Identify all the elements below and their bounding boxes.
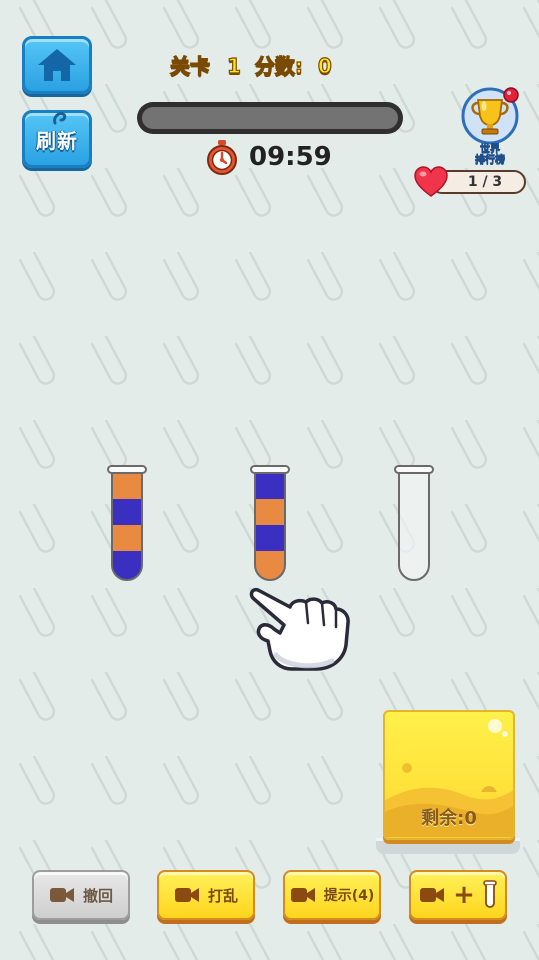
shuffle-label: 打乱: [207, 886, 238, 905]
level-value: 1: [226, 53, 241, 78]
home-icon: [38, 49, 76, 81]
refresh-button[interactable]: 刷新: [22, 110, 92, 168]
tube-2-liquid: [255, 473, 285, 580]
tube-3[interactable]: [393, 463, 435, 585]
timer-value: 09:59: [249, 142, 332, 172]
video-camera-icon: [174, 888, 199, 902]
tutorial-hand-icon: [249, 587, 350, 671]
score-display: 分数: 0: [254, 50, 332, 79]
heart-icon: [414, 166, 448, 197]
tube-2[interactable]: [249, 463, 291, 585]
stopwatch-icon: [207, 140, 237, 175]
hook-icon: [53, 112, 67, 125]
world-leaderboard-button[interactable]: 世界 排行榜: [460, 86, 520, 166]
level-label: 关卡: [169, 53, 210, 78]
tube-2-layer-3: [255, 499, 285, 525]
tube-1-layer-2: [112, 525, 142, 551]
leaderboard-label-line2: 排行榜: [475, 155, 506, 167]
undo-label: 撤回: [82, 886, 113, 905]
header-stats: 关卡 1 分数: 0: [169, 48, 370, 80]
add-tube-label: +: [453, 880, 475, 910]
remaining-stock-box[interactable]: 剩余:0: [383, 710, 515, 840]
tube-1-layer-3: [112, 499, 142, 525]
level-progress-bar: [137, 102, 403, 134]
tube-1[interactable]: [106, 463, 148, 585]
video-camera-icon: [290, 888, 315, 902]
progress-bar-track: [142, 107, 398, 129]
hint-label: 提示(4): [323, 888, 375, 904]
trophy-icon: [461, 87, 519, 145]
tube-2-layer-4: [255, 473, 285, 499]
video-camera-icon: [420, 888, 445, 902]
home-button[interactable]: [22, 36, 92, 94]
lives-value: 1 / 3: [467, 174, 503, 190]
score-label: 分数:: [254, 53, 303, 78]
refresh-label: 刷新: [36, 128, 78, 153]
leaderboard-label: 世界 排行榜: [460, 144, 520, 167]
tube-1-liquid: [112, 473, 142, 580]
shuffle-button[interactable]: 打乱: [157, 870, 255, 920]
stock-box-base: [376, 838, 520, 854]
tube-1-layer-4: [112, 473, 142, 499]
video-camera-icon: [49, 888, 74, 902]
lives-counter: 1 / 3: [414, 166, 526, 197]
hint-button[interactable]: 提示(4): [283, 870, 381, 920]
add-tube-button[interactable]: +: [409, 870, 507, 920]
undo-button[interactable]: 撤回: [32, 870, 130, 920]
test-tube-icon: [483, 880, 497, 908]
leaderboard-label-line1: 世界: [480, 144, 501, 156]
remaining-label: 剩余:0: [421, 808, 477, 829]
countdown-timer: 09:59: [205, 138, 332, 176]
level-display: 关卡 1: [169, 50, 241, 79]
tube-2-layer-2: [255, 525, 285, 551]
score-value: 0: [317, 53, 332, 78]
bubble-decoration: [402, 719, 508, 792]
